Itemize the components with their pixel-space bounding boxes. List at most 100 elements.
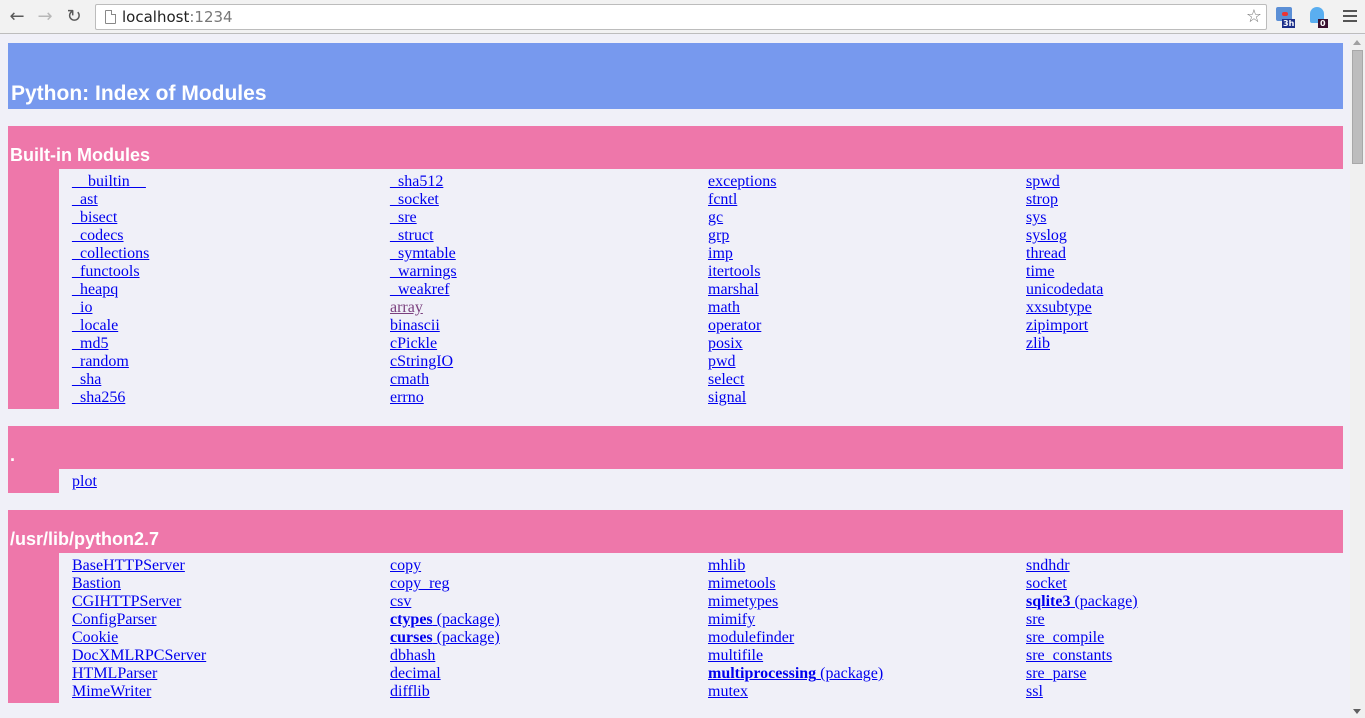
module-link[interactable]: _socket	[390, 191, 708, 209]
module-link[interactable]: _functools	[72, 263, 390, 281]
module-link[interactable]: math	[708, 299, 1026, 317]
module-link[interactable]: ConfigParser	[72, 611, 390, 629]
module-link[interactable]: _sre	[390, 209, 708, 227]
module-link[interactable]: _struct	[390, 227, 708, 245]
module-link[interactable]: difflib	[390, 683, 708, 701]
module-link[interactable]: Bastion	[72, 575, 390, 593]
url-text[interactable]: localhost:1234	[122, 8, 233, 26]
module-link[interactable]: _collections	[72, 245, 390, 263]
bookmark-star-icon[interactable]: ☆	[1246, 6, 1262, 27]
module-link[interactable]: copy	[390, 557, 708, 575]
module-link[interactable]: mutex	[708, 683, 1026, 701]
module-link[interactable]: plot	[72, 473, 390, 491]
module-link[interactable]: socket	[1026, 575, 1344, 593]
module-link[interactable]: exceptions	[708, 173, 1026, 191]
module-link[interactable]: time	[1026, 263, 1344, 281]
module-link[interactable]: sre	[1026, 611, 1344, 629]
module-link[interactable]: xxsubtype	[1026, 299, 1344, 317]
section-sidebar	[8, 169, 59, 409]
module-link[interactable]: cmath	[390, 371, 708, 389]
module-link[interactable]: thread	[1026, 245, 1344, 263]
module-link[interactable]: multiprocessing (package)	[708, 665, 1026, 683]
module-link[interactable]: strop	[1026, 191, 1344, 209]
module-link[interactable]: marshal	[708, 281, 1026, 299]
back-button[interactable]: ←	[6, 6, 28, 28]
module-link[interactable]: _locale	[72, 317, 390, 335]
url-host: localhost	[122, 8, 190, 26]
module-link[interactable]: mimetypes	[708, 593, 1026, 611]
module-link[interactable]: sqlite3 (package)	[1026, 593, 1344, 611]
module-link[interactable]: multifile	[708, 647, 1026, 665]
module-link[interactable]: _bisect	[72, 209, 390, 227]
forward-button[interactable]: →	[34, 6, 56, 28]
module-link[interactable]: CGIHTTPServer	[72, 593, 390, 611]
module-link[interactable]: syslog	[1026, 227, 1344, 245]
module-link[interactable]: array	[390, 299, 708, 317]
module-link[interactable]: _sha512	[390, 173, 708, 191]
module-link[interactable]: imp	[708, 245, 1026, 263]
module-link[interactable]: operator	[708, 317, 1026, 335]
module-link[interactable]: __builtin__	[72, 173, 390, 191]
module-link[interactable]: sre_compile	[1026, 629, 1344, 647]
scroll-up-arrow-icon[interactable]	[1353, 40, 1361, 45]
module-link[interactable]: unicodedata	[1026, 281, 1344, 299]
module-link[interactable]: cStringIO	[390, 353, 708, 371]
ghost-extension-icon[interactable]: 0	[1308, 7, 1328, 28]
address-bar[interactable]: localhost:1234 ☆	[95, 4, 1267, 30]
module-link[interactable]: mhlib	[708, 557, 1026, 575]
module-link[interactable]: Cookie	[72, 629, 390, 647]
module-link[interactable]: zlib	[1026, 335, 1344, 353]
vertical-scrollbar[interactable]	[1350, 35, 1365, 718]
module-link[interactable]: decimal	[390, 665, 708, 683]
module-link[interactable]: posix	[708, 335, 1026, 353]
module-link[interactable]: _io	[72, 299, 390, 317]
module-link[interactable]: MimeWriter	[72, 683, 390, 701]
module-link[interactable]: DocXMLRPCServer	[72, 647, 390, 665]
module-link[interactable]: _md5	[72, 335, 390, 353]
module-link[interactable]: sndhdr	[1026, 557, 1344, 575]
module-link[interactable]: ctypes (package)	[390, 611, 708, 629]
module-link[interactable]: _heapq	[72, 281, 390, 299]
module-link[interactable]: sys	[1026, 209, 1344, 227]
module-link[interactable]: ssl	[1026, 683, 1344, 701]
module-link[interactable]: gc	[708, 209, 1026, 227]
calendar-extension-icon[interactable]: 3h	[1274, 7, 1296, 28]
module-link[interactable]: grp	[708, 227, 1026, 245]
module-link[interactable]: copy_reg	[390, 575, 708, 593]
module-link[interactable]: pwd	[708, 353, 1026, 371]
module-link[interactable]: _codecs	[72, 227, 390, 245]
module-link[interactable]: mimify	[708, 611, 1026, 629]
module-link[interactable]: spwd	[1026, 173, 1344, 191]
module-link[interactable]: itertools	[708, 263, 1026, 281]
module-sections: Built-in Modules __builtin__ _ast _bisect _c…	[8, 126, 1343, 703]
scroll-thumb[interactable]	[1352, 50, 1363, 164]
module-link[interactable]: select	[708, 371, 1026, 389]
module-link[interactable]: sre_parse	[1026, 665, 1344, 683]
reload-button[interactable]: ↻	[63, 6, 85, 28]
module-link[interactable]: errno	[390, 389, 708, 407]
module-link[interactable]: signal	[708, 389, 1026, 407]
module-link[interactable]: mimetools	[708, 575, 1026, 593]
module-link[interactable]: binascii	[390, 317, 708, 335]
module-link[interactable]: BaseHTTPServer	[72, 557, 390, 575]
module-link[interactable]: modulefinder	[708, 629, 1026, 647]
module-link[interactable]: HTMLParser	[72, 665, 390, 683]
module-link[interactable]: _sha256	[72, 389, 390, 407]
module-link[interactable]: zipimport	[1026, 317, 1344, 335]
module-link[interactable]: _sha	[72, 371, 390, 389]
module-link[interactable]: _ast	[72, 191, 390, 209]
module-link[interactable]: _weakref	[390, 281, 708, 299]
module-link[interactable]: curses (package)	[390, 629, 708, 647]
package-label: (package)	[432, 611, 500, 628]
module-link[interactable]: sre_constants	[1026, 647, 1344, 665]
module-link[interactable]: _warnings	[390, 263, 708, 281]
module-link[interactable]: _symtable	[390, 245, 708, 263]
module-link[interactable]: _random	[72, 353, 390, 371]
module-link[interactable]: csv	[390, 593, 708, 611]
module-link[interactable]: fcntl	[708, 191, 1026, 209]
section-title: .	[10, 445, 16, 465]
module-link[interactable]: dbhash	[390, 647, 708, 665]
scroll-down-arrow-icon[interactable]	[1353, 709, 1361, 714]
module-link[interactable]: cPickle	[390, 335, 708, 353]
browser-menu-icon[interactable]	[1343, 10, 1357, 24]
